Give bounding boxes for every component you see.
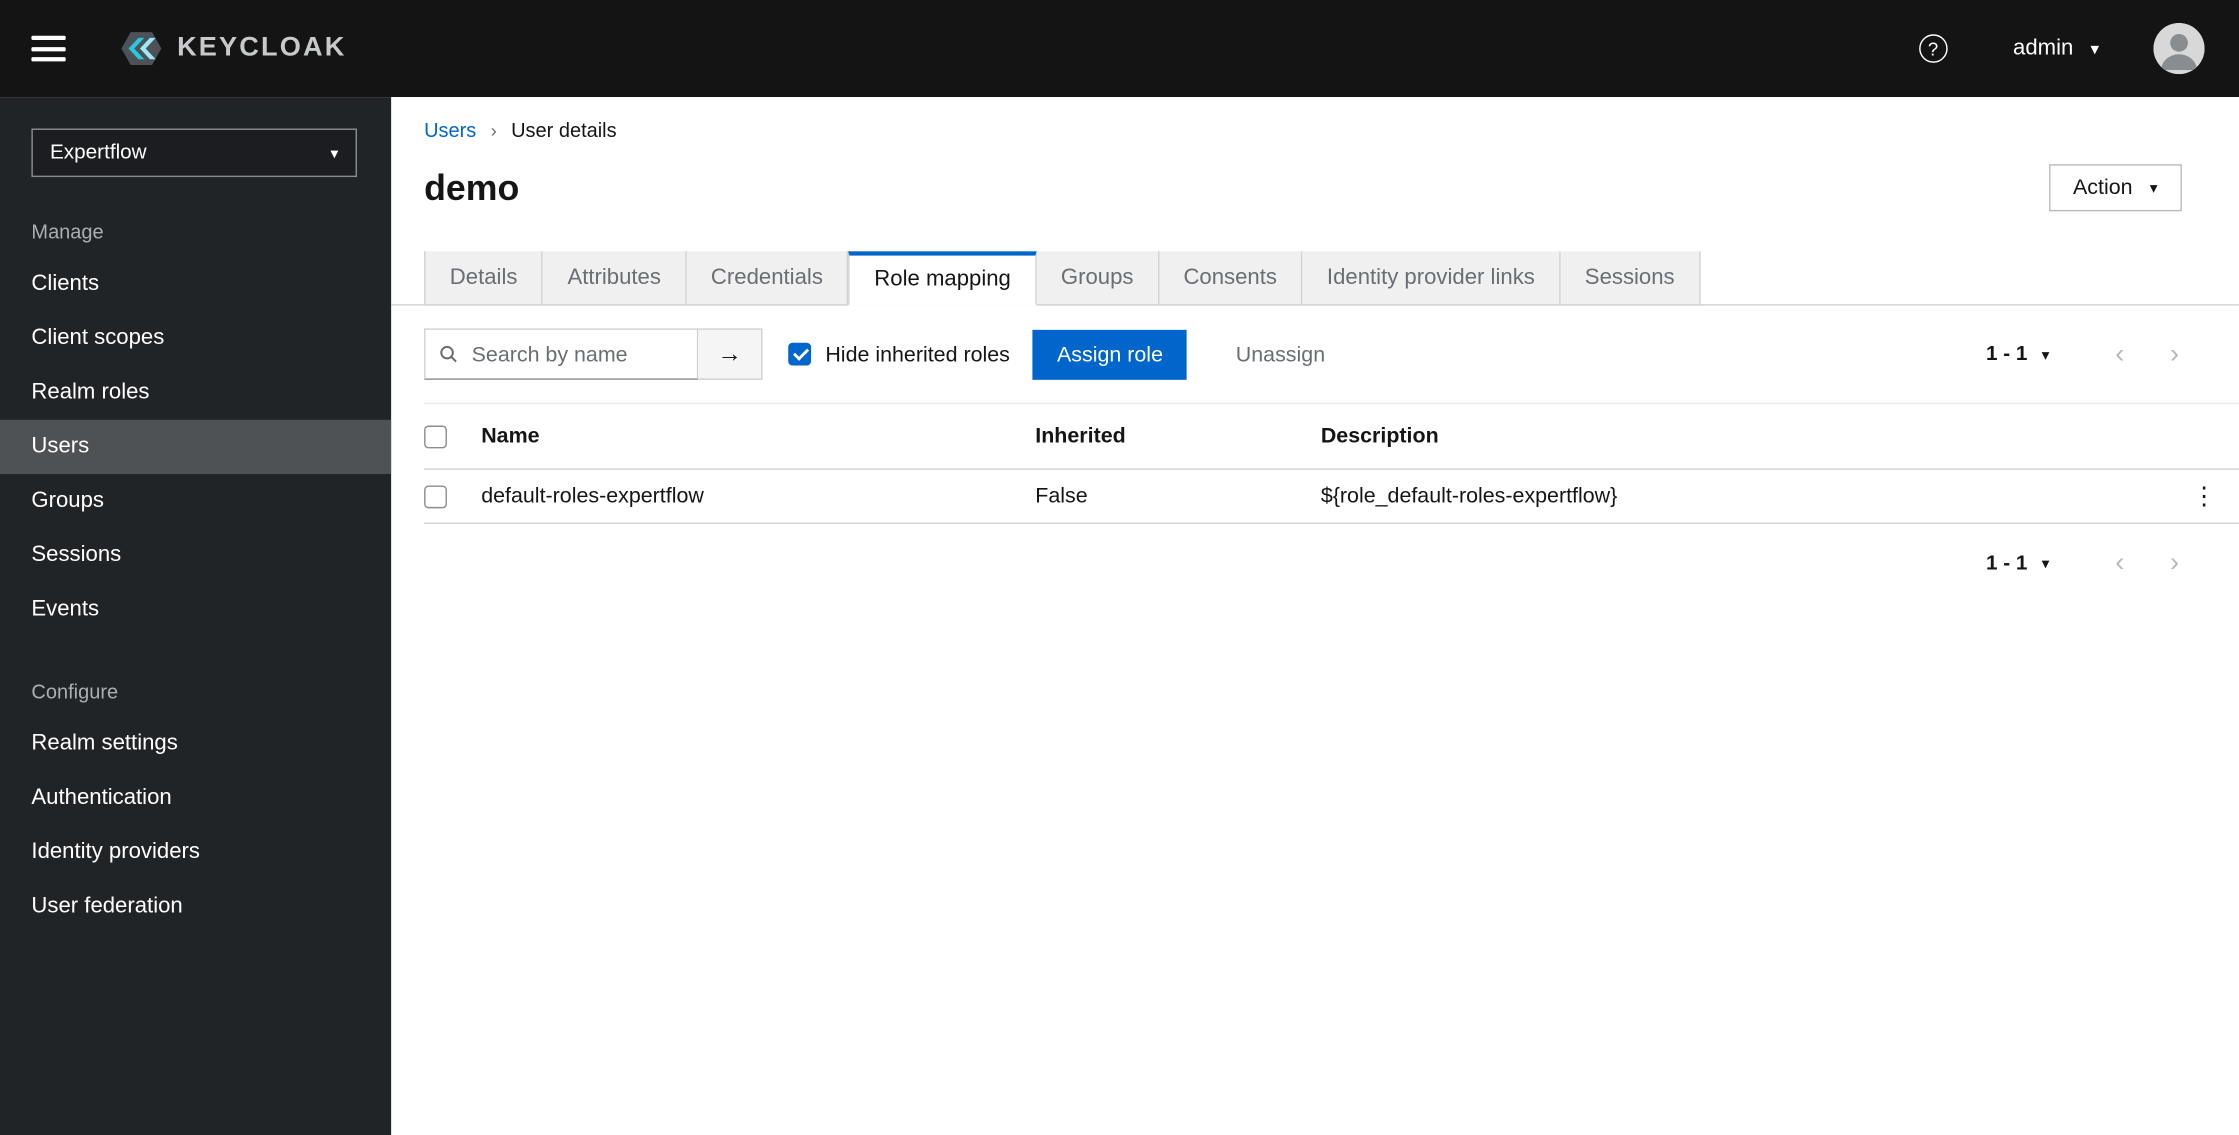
chevron-down-icon: ▾ [2090,38,2100,59]
search-group: → [424,328,763,380]
sidebar-item-realm-roles[interactable]: Realm roles [0,366,391,420]
sidebar-item-realm-settings[interactable]: Realm settings [0,717,391,771]
tab-details[interactable]: Details [424,251,544,306]
breadcrumb-users-link[interactable]: Users [424,119,476,142]
chevron-down-icon: ▾ [330,144,339,163]
pagination-next-icon[interactable]: › [2147,550,2202,577]
search-submit-button[interactable]: → [698,328,763,380]
main-content: Users › User details demo Action ▾ Detai… [391,97,2239,1135]
realm-selector[interactable]: Expertflow ▾ [31,128,357,178]
select-all-checkbox[interactable] [424,424,447,448]
search-input-wrap [424,328,699,380]
avatar[interactable] [2153,22,2205,75]
hide-inherited-checkbox[interactable] [788,342,812,366]
kebab-menu-icon[interactable]: ⋮ [2192,482,2216,511]
sidebar-item-clients[interactable]: Clients [0,257,391,311]
sidebar: Expertflow ▾ Manage Clients Client scope… [0,97,392,1135]
search-icon [440,345,457,363]
sidebar-item-authentication[interactable]: Authentication [0,771,391,825]
role-mapping-toolbar: → Hide inherited roles Assign role Unass… [391,306,2239,403]
user-menu[interactable]: admin ▾ [2013,36,2099,62]
nav-section-manage: Manage [31,219,104,243]
sidebar-item-groups[interactable]: Groups [0,474,391,528]
page-header: demo Action ▾ [391,141,2239,212]
person-icon [2153,22,2205,75]
cell-inherited: False [1035,484,1088,509]
hide-inherited-roles-toggle[interactable]: Hide inherited roles [788,342,1010,366]
realm-selector-value: Expertflow [49,141,147,165]
arrow-right-icon: → [717,339,742,367]
unassign-button[interactable]: Unassign [1227,341,1333,368]
sidebar-item-user-federation[interactable]: User federation [0,880,391,934]
tab-credentials[interactable]: Credentials [686,251,849,306]
sidebar-item-events[interactable]: Events [0,583,391,637]
tab-attributes[interactable]: Attributes [543,251,687,306]
cell-role-name: default-roles-expertflow [481,484,704,509]
cell-description: ${role_default-roles-expertflow} [1320,484,1618,509]
masthead: KEYCLOAK ? admin ▾ [0,0,2239,98]
pagination-prev-icon[interactable]: ‹ [2092,341,2147,368]
pagination-next-icon[interactable]: › [2147,341,2202,368]
sidebar-item-users[interactable]: Users [0,419,392,475]
nav-section-configure: Configure [31,679,119,703]
action-button-label: Action [2073,175,2133,200]
hamburger-menu-icon[interactable] [31,35,66,62]
column-header-name: Name [481,424,540,449]
row-checkbox[interactable] [424,484,447,508]
role-mapping-table: Name Inherited Description default-roles… [424,402,2239,525]
pagination-top: 1 - 1 ▾ ‹ › [1986,341,2202,368]
pagination-options-caret-icon[interactable]: ▾ [2042,554,2050,572]
pagination-range: 1 - 1 [1985,551,2028,575]
username: admin [2013,35,2074,60]
pagination-prev-icon[interactable]: ‹ [2092,550,2147,577]
keycloak-logo: KEYCLOAK [109,27,347,70]
sidebar-item-client-scopes[interactable]: Client scopes [0,311,391,365]
breadcrumb-current: User details [511,118,617,142]
action-dropdown-button[interactable]: Action ▾ [2048,164,2182,212]
tab-identity-provider-links[interactable]: Identity provider links [1302,251,1561,306]
column-header-inherited: Inherited [1035,424,1126,449]
pagination-range: 1 - 1 [1985,342,2028,366]
table-row: default-roles-expertflow False ${role_de… [424,470,2239,525]
pagination-nav: ‹ › [2092,341,2201,368]
tab-groups[interactable]: Groups [1036,251,1160,306]
hide-inherited-label: Hide inherited roles [825,341,1010,367]
keycloak-admin-console: KEYCLOAK ? admin ▾ Expertflow ▾ Manage C… [0,0,2239,1135]
chevron-down-icon: ▾ [2149,179,2158,198]
tab-role-mapping[interactable]: Role mapping [848,251,1037,306]
pagination-bottom-row: 1 - 1 ▾ ‹ › [391,524,2239,577]
pagination-options-caret-icon[interactable]: ▾ [2042,345,2050,363]
tab-bar: Details Attributes Credentials Role mapp… [391,251,2239,306]
assign-role-button[interactable]: Assign role [1032,329,1188,380]
tab-sessions[interactable]: Sessions [1560,251,1701,306]
pagination-bottom: 1 - 1 ▾ ‹ › [1986,550,2202,577]
table-header-row: Name Inherited Description [424,404,2239,470]
help-icon[interactable]: ? [1918,34,1948,63]
brand-wordmark: KEYCLOAK [177,32,347,63]
masthead-right: ? admin ▾ [1918,22,2205,75]
pagination-nav: ‹ › [2092,550,2201,577]
breadcrumb: Users › User details [391,97,2239,142]
search-input[interactable] [468,340,683,368]
tab-consents[interactable]: Consents [1159,251,1303,306]
column-header-description: Description [1320,424,1439,449]
sidebar-item-identity-providers[interactable]: Identity providers [0,825,391,879]
keycloak-logo-icon [121,32,162,65]
page-title: demo [424,167,520,208]
sidebar-item-sessions[interactable]: Sessions [0,528,391,582]
chevron-right-icon: › [490,119,497,141]
